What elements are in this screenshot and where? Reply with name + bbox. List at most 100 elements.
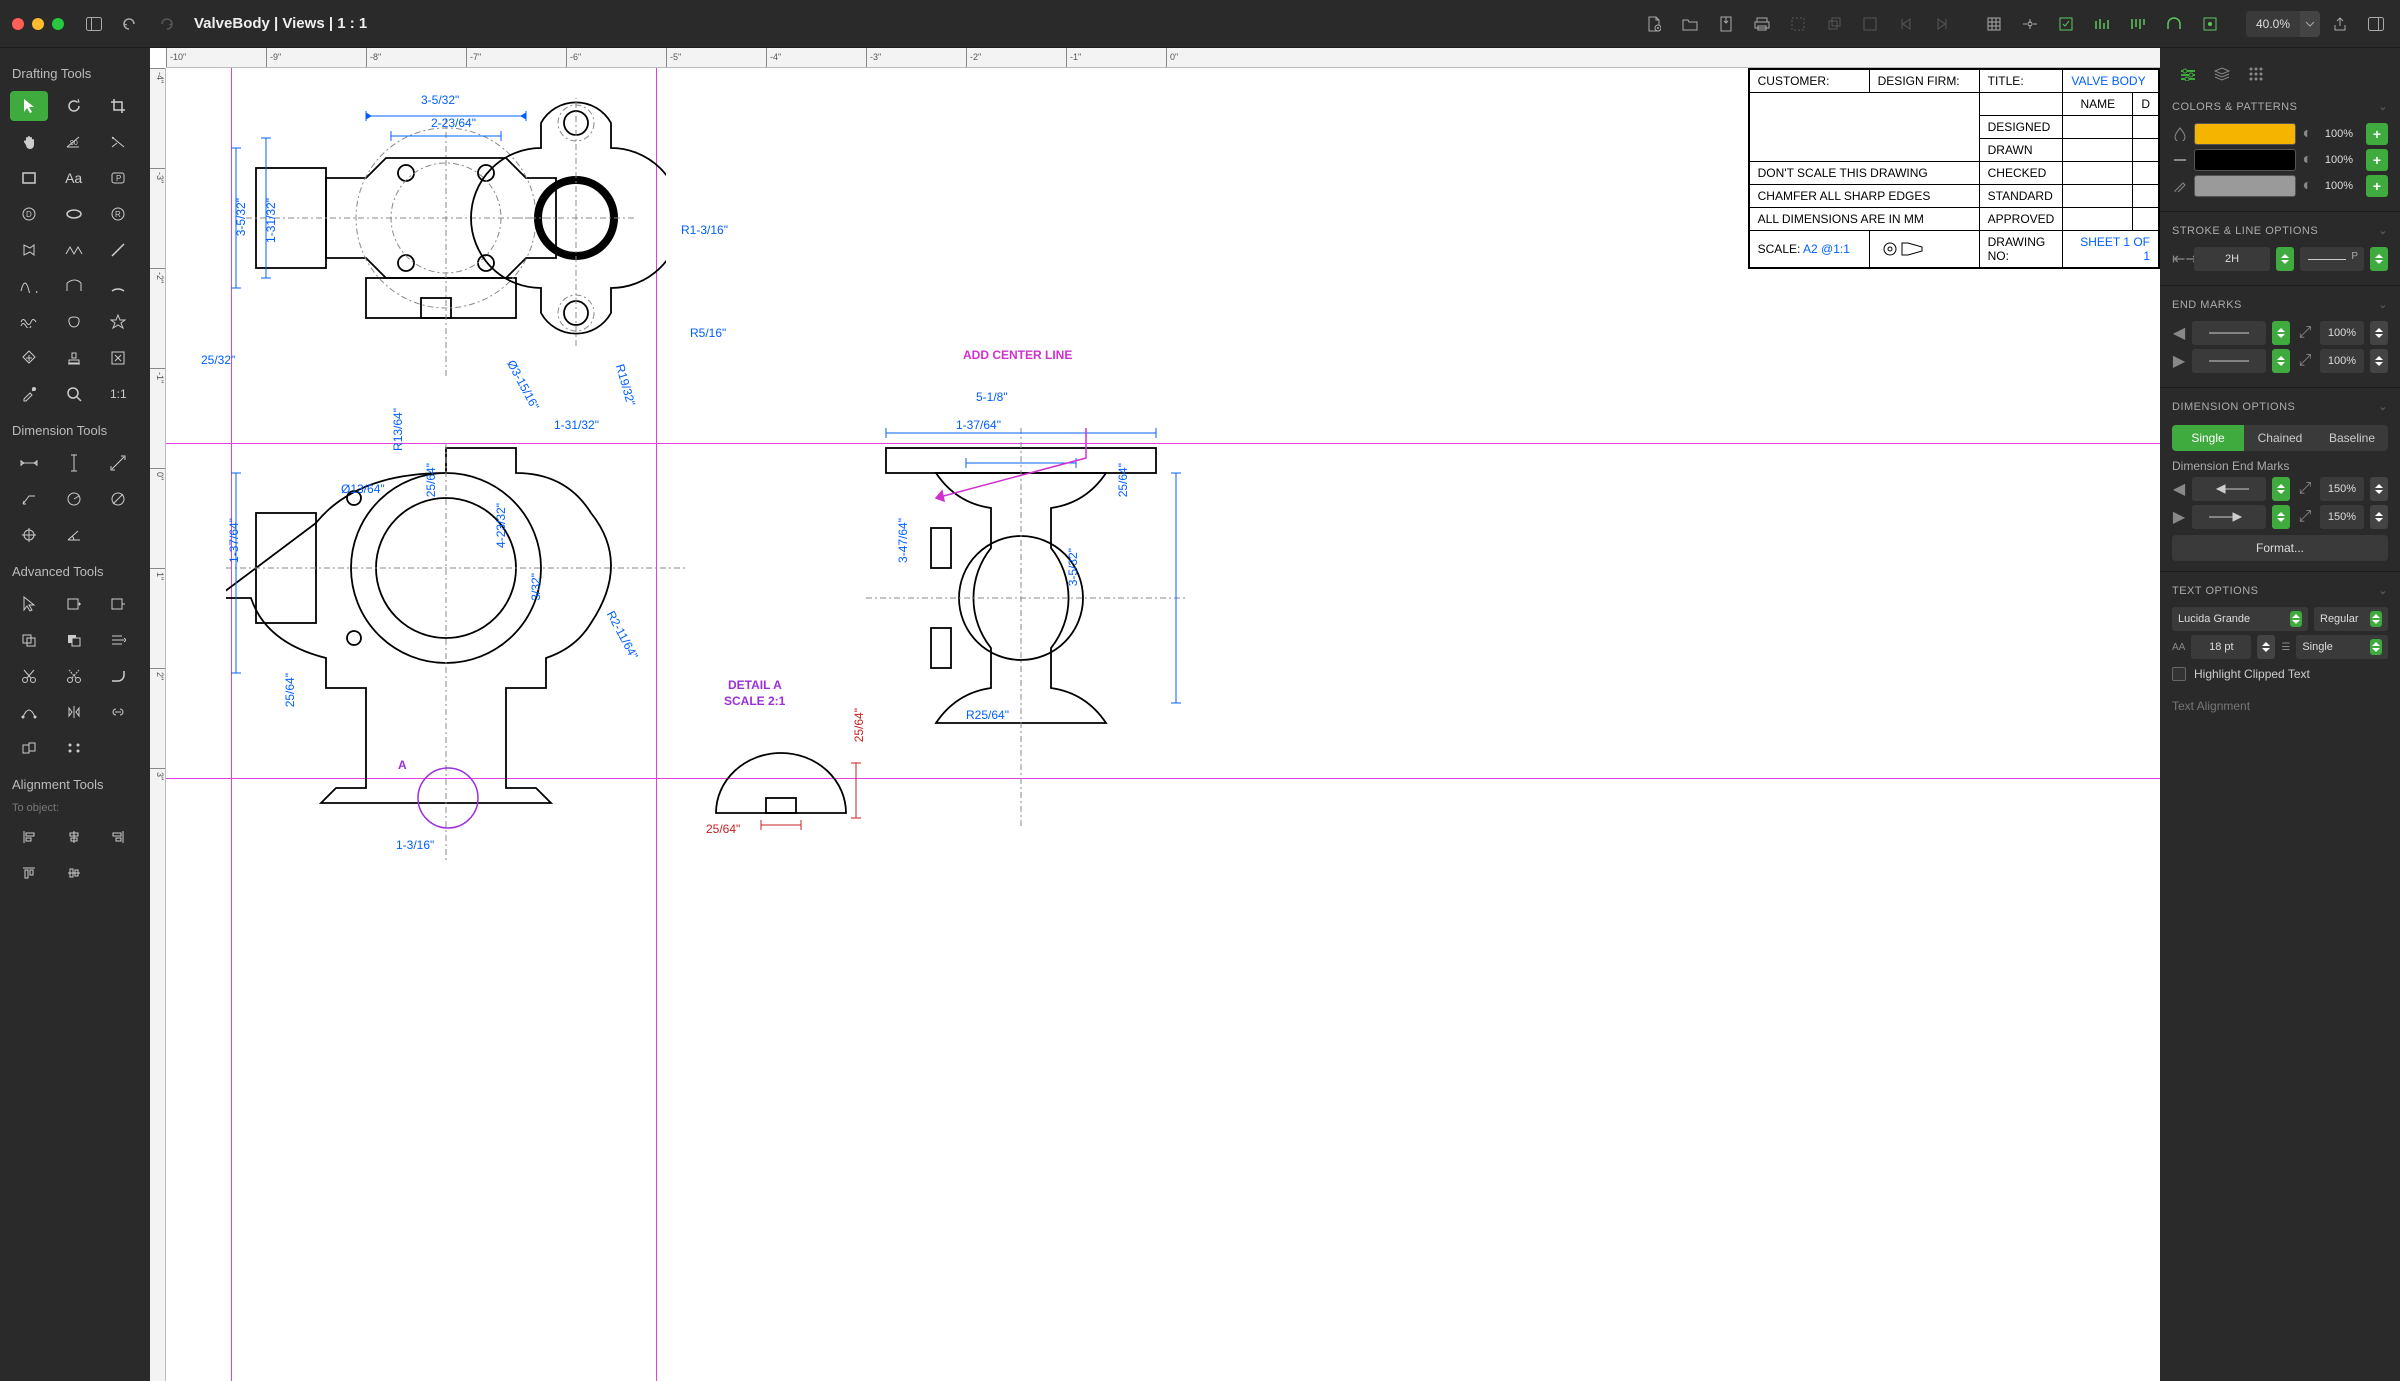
weight-stepper-arrows[interactable] (2276, 247, 2294, 271)
array-tool[interactable] (55, 733, 93, 763)
line-spacing-select[interactable]: Single (2296, 635, 2388, 659)
linear-dim-tool[interactable] (10, 448, 48, 478)
skip-back-button[interactable] (1890, 8, 1922, 40)
pan-tool[interactable] (10, 127, 48, 157)
scale-icon[interactable]: ⤢ (2296, 324, 2314, 342)
end-size-stepper[interactable] (2370, 349, 2388, 373)
dim-end-mark-stepper[interactable] (2272, 505, 2290, 529)
polygon-tool[interactable] (10, 235, 48, 265)
group-tool[interactable] (10, 733, 48, 763)
right-panel-toggle-button[interactable] (2360, 8, 2392, 40)
sidebar-toggle-button[interactable] (78, 8, 110, 40)
dim-end-size[interactable]: 150% (2320, 505, 2364, 529)
angle-dim-tool[interactable] (55, 520, 93, 550)
direct-select-tool[interactable] (10, 589, 48, 619)
align-middle-tool[interactable] (55, 858, 93, 888)
arc-tool[interactable] (99, 271, 137, 301)
text-options-header[interactable]: TEXT OPTIONS⌄ (2172, 578, 2388, 603)
add-fill-button[interactable]: + (2366, 123, 2388, 145)
leader-tool[interactable] (10, 484, 48, 514)
appearance-tab[interactable] (2172, 60, 2204, 88)
polyline-tool[interactable] (55, 235, 93, 265)
layer-vis-button[interactable] (2050, 8, 2082, 40)
actual-size-tool[interactable]: 1:1 (99, 379, 137, 409)
dim-end-mark-select[interactable] (2192, 505, 2266, 529)
stroke-line-header[interactable]: STROKE & LINE OPTIONS⌄ (2172, 218, 2388, 243)
end-marks-header[interactable]: END MARKS⌄ (2172, 292, 2388, 317)
font-style-select[interactable]: Regular (2314, 607, 2388, 631)
dim-mode-chained[interactable]: Chained (2244, 425, 2316, 451)
font-family-select[interactable]: Lucida Grande (2172, 607, 2308, 631)
add-shadow-button[interactable]: + (2366, 175, 2388, 197)
center-mark-tool[interactable] (10, 520, 48, 550)
select-tool[interactable] (10, 91, 48, 121)
font-size-stepper[interactable] (2257, 635, 2275, 659)
arch-button[interactable] (2158, 8, 2190, 40)
end-mark-stepper[interactable] (2272, 349, 2290, 373)
remove-point-tool[interactable] (99, 589, 137, 619)
radius-dim-tool[interactable] (55, 484, 93, 514)
line-weight-stepper[interactable]: 2H (2194, 247, 2270, 271)
union-tool[interactable] (10, 625, 48, 655)
layers-tab[interactable] (2206, 60, 2238, 88)
scale-icon[interactable]: ⤢ (2296, 508, 2314, 526)
scale-icon[interactable]: ⤢ (2296, 480, 2314, 498)
stroke-swatch[interactable] (2194, 149, 2296, 171)
hatch-tool[interactable] (10, 343, 48, 373)
vertical-dim-tool[interactable] (55, 448, 93, 478)
rotate-tool[interactable] (55, 91, 93, 121)
cut-path-tool[interactable] (10, 661, 48, 691)
font-size-input[interactable]: 18 pt (2191, 635, 2251, 659)
diameter-dim-tool[interactable] (99, 484, 137, 514)
print-button[interactable] (1746, 8, 1778, 40)
start-mark-select[interactable] (2192, 321, 2266, 345)
eyedropper-tool[interactable] (10, 379, 48, 409)
ellipse-tool[interactable] (55, 199, 93, 229)
rect-tool[interactable] (10, 163, 48, 193)
zoom-tool[interactable] (55, 379, 93, 409)
dim-mode-single[interactable]: Single (2172, 425, 2244, 451)
dim-start-size-stepper[interactable] (2370, 477, 2388, 501)
format-button[interactable]: Format... (2172, 535, 2388, 561)
spline-tool[interactable] (55, 271, 93, 301)
redo-button[interactable] (150, 8, 182, 40)
stamp-tool[interactable] (55, 343, 93, 373)
start-mark-stepper[interactable] (2272, 321, 2290, 345)
share-button[interactable] (2324, 8, 2356, 40)
point-tool[interactable]: P (99, 163, 137, 193)
colors-patterns-header[interactable]: COLORS & PATTERNS⌄ (2172, 94, 2388, 119)
skip-fwd-button[interactable] (1926, 8, 1958, 40)
star-tool[interactable] (99, 307, 137, 337)
delete-tool[interactable] (99, 343, 137, 373)
new-doc-button[interactable] (1638, 8, 1670, 40)
start-size-stepper[interactable] (2370, 321, 2388, 345)
close-window-button[interactable] (12, 18, 24, 30)
dim-mode-baseline[interactable]: Baseline (2316, 425, 2388, 451)
minimize-window-button[interactable] (32, 18, 44, 30)
crop-tool[interactable] (99, 91, 137, 121)
fill-swatch[interactable] (2194, 123, 2296, 145)
freehand-tool[interactable] (10, 307, 48, 337)
grid-tab[interactable] (2240, 60, 2272, 88)
mirror-tool[interactable] (55, 697, 93, 727)
zoom-dropdown-icon[interactable] (2300, 11, 2320, 37)
start-mark-size[interactable]: 100% (2320, 321, 2364, 345)
blob-tool[interactable] (55, 307, 93, 337)
line-style-preview[interactable]: P (2300, 247, 2364, 271)
offset-tool[interactable] (99, 625, 137, 655)
dim-start-mark-stepper[interactable] (2272, 477, 2290, 501)
circle-r-tool[interactable]: R (99, 199, 137, 229)
wave1-button[interactable] (2086, 8, 2118, 40)
wave2-button[interactable] (2122, 8, 2154, 40)
open-button[interactable] (1674, 8, 1706, 40)
box-check-button[interactable] (2194, 8, 2226, 40)
trim-tool[interactable] (99, 127, 137, 157)
bezier-tool[interactable] (10, 271, 48, 301)
paste-button[interactable] (1854, 8, 1886, 40)
dim-start-mark-select[interactable] (2192, 477, 2266, 501)
zoom-window-button[interactable] (52, 18, 64, 30)
text-tool[interactable]: Aa (55, 163, 93, 193)
scale-icon[interactable]: ⤢ (2296, 352, 2314, 370)
line-tool[interactable] (99, 235, 137, 265)
save-button[interactable] (1710, 8, 1742, 40)
